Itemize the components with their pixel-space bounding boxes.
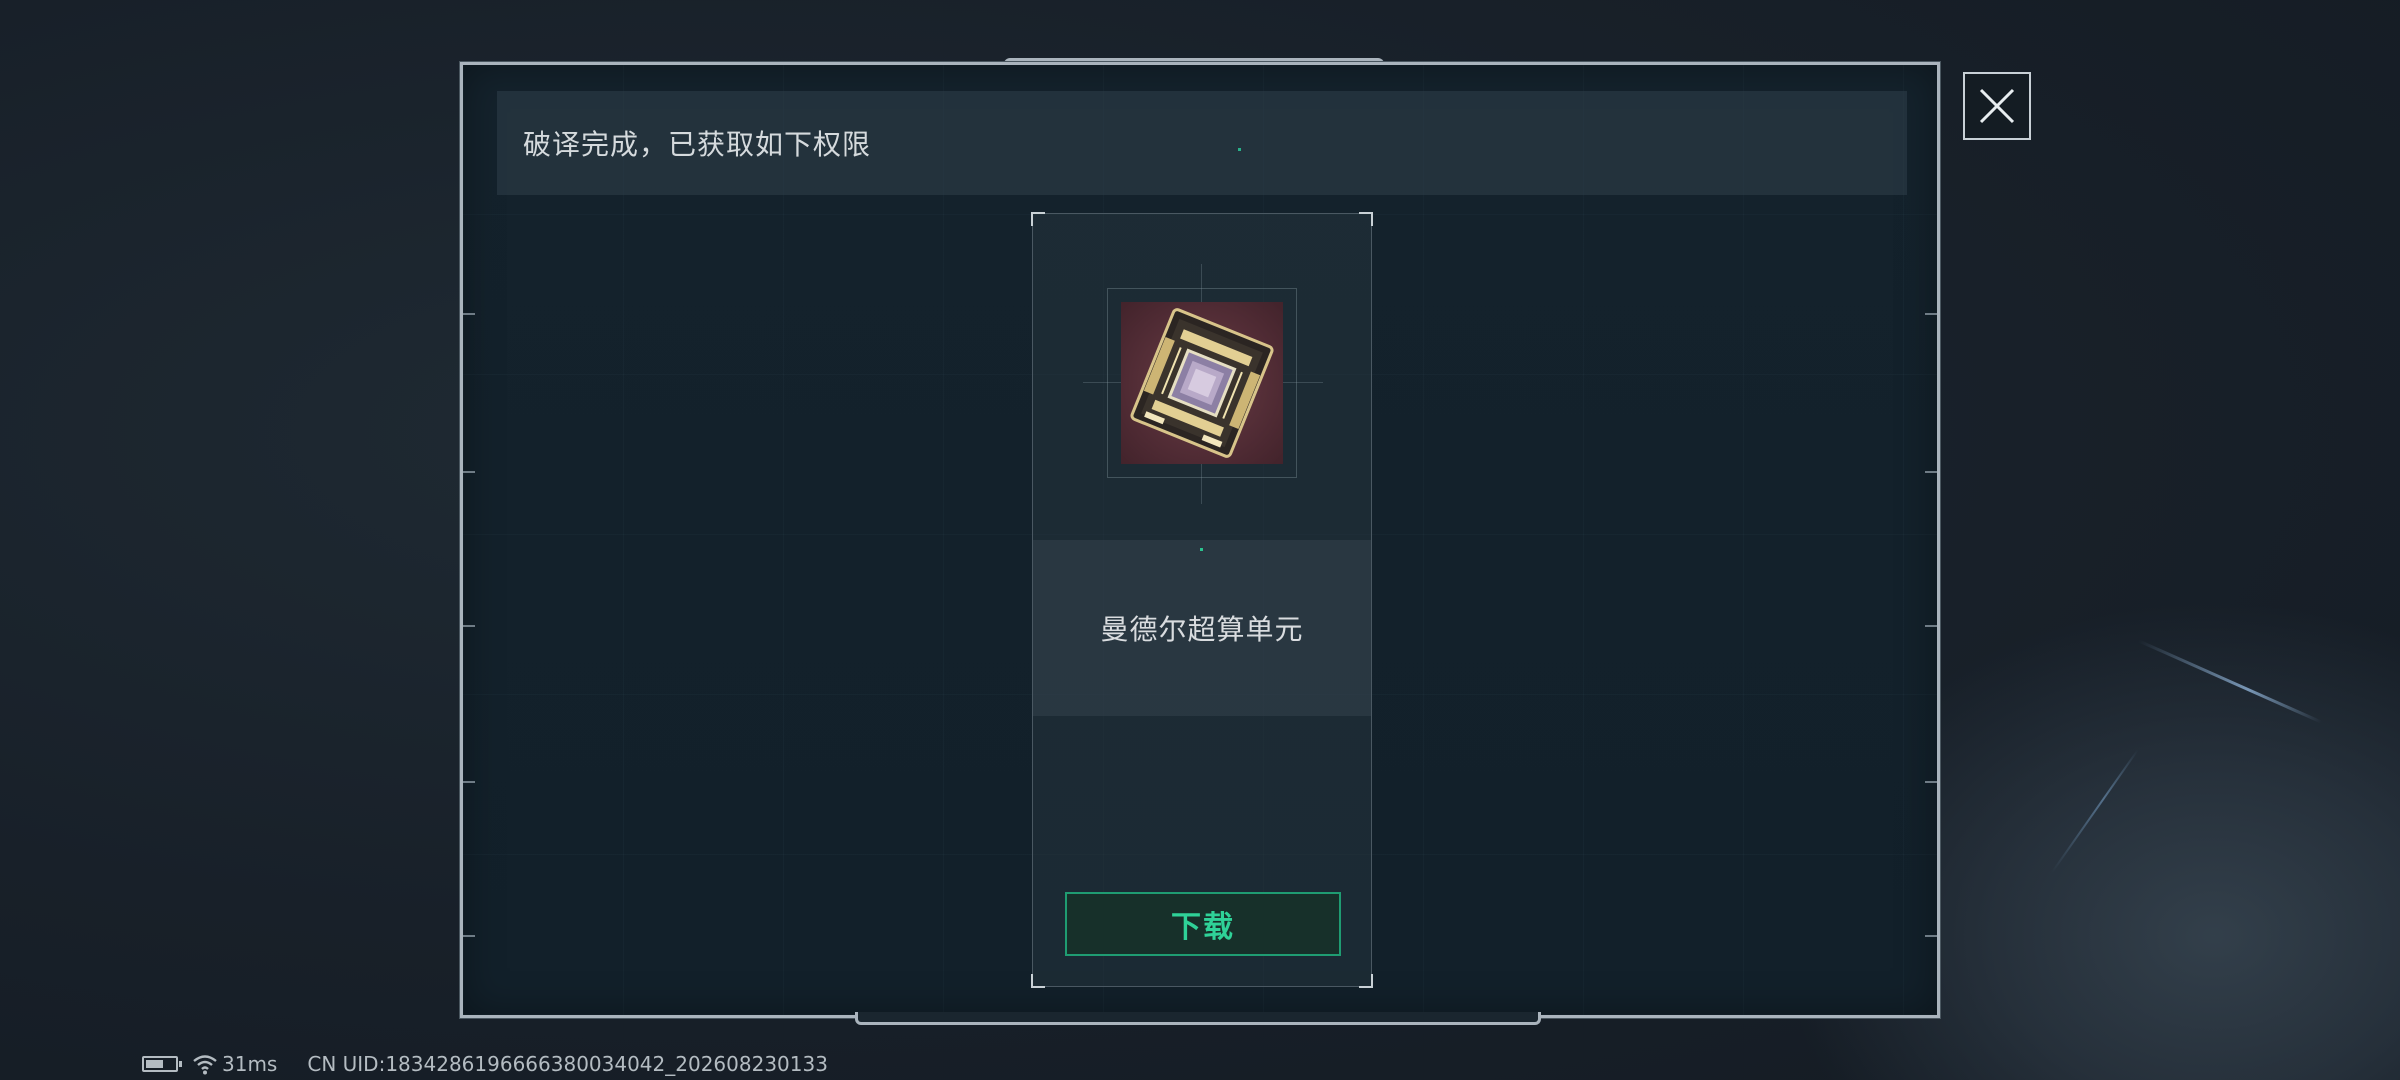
close-icon	[1979, 88, 2015, 124]
dialog-title: 破译完成，已获取如下权限	[523, 128, 872, 161]
battery-tip	[179, 1061, 182, 1067]
card-corner	[1031, 974, 1045, 988]
battery-icon	[142, 1056, 182, 1072]
close-button[interactable]	[1963, 72, 2031, 140]
edge-tick	[463, 781, 475, 783]
wifi-icon	[193, 1055, 217, 1075]
indicator-dot	[1238, 148, 1241, 151]
edge-tick	[1925, 935, 1937, 937]
download-button[interactable]: 下载	[1065, 892, 1341, 956]
battery-level	[146, 1060, 163, 1068]
card-corner	[1359, 974, 1373, 988]
card-corner	[1031, 212, 1045, 226]
chip-icon	[1121, 302, 1283, 464]
status-bar: 31ms CN UID:1834286196666380034042_20260…	[142, 1052, 828, 1076]
indicator-dot	[1200, 548, 1203, 551]
edge-tick	[1925, 781, 1937, 783]
dialog-bottom-tab	[855, 1012, 1541, 1025]
decrypt-result-dialog: 破译完成，已获取如下权限 曼德尔超算单元 下载	[460, 62, 1940, 1018]
game-screen: 破译完成，已获取如下权限 曼德尔超算单元 下载 31ms CN UID:1834…	[0, 0, 2400, 1080]
dialog-header: 破译完成，已获取如下权限	[497, 91, 1907, 195]
edge-tick	[463, 935, 475, 937]
edge-tick	[463, 625, 475, 627]
edge-tick	[1925, 313, 1937, 315]
edge-tick	[463, 313, 475, 315]
edge-tick	[1925, 625, 1937, 627]
edge-tick	[463, 471, 475, 473]
reward-card: 曼德尔超算单元 下载	[1031, 212, 1373, 988]
edge-tick	[1925, 471, 1937, 473]
uid-text: CN UID:1834286196666380034042_2026082301…	[307, 1052, 828, 1076]
download-button-label: 下载	[1171, 910, 1235, 945]
ping-value: 31ms	[222, 1052, 278, 1076]
item-name: 曼德尔超算单元	[1100, 613, 1304, 646]
item-name-panel: 曼德尔超算单元	[1033, 540, 1371, 716]
card-corner	[1359, 212, 1373, 226]
